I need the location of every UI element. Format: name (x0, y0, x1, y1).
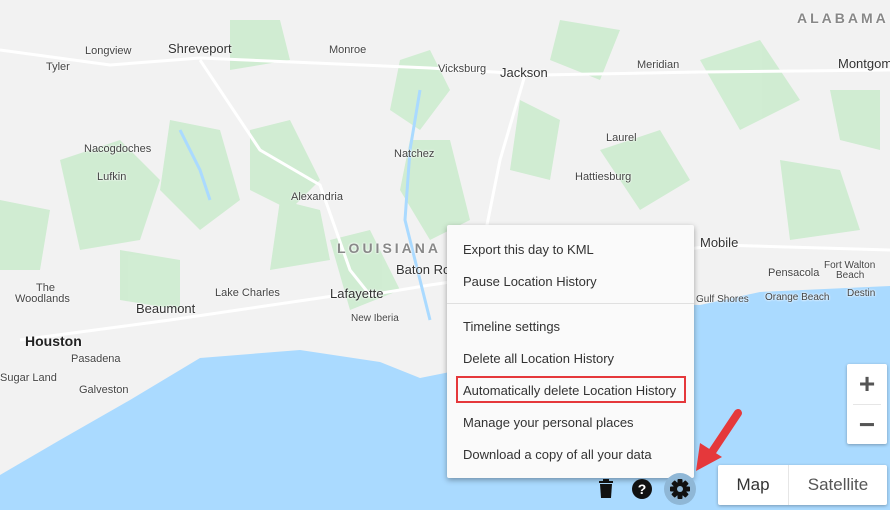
city-label: Longview (85, 45, 132, 57)
city-label: Lafayette (330, 286, 384, 301)
city-label: Monroe (329, 44, 367, 56)
menu-item-pause-history[interactable]: Pause Location History (463, 274, 597, 289)
city-label: Natchez (394, 148, 435, 160)
city-label: Montgom (838, 56, 890, 71)
city-label: Tyler (46, 61, 70, 73)
city-label: Beach (836, 270, 865, 281)
city-label: Alexandria (291, 191, 343, 203)
trash-icon (599, 479, 613, 498)
city-label: Mobile (700, 235, 739, 250)
settings-button[interactable] (664, 473, 696, 505)
map-type-map-button[interactable]: Map (718, 465, 788, 505)
state-label-alabama: ALABAMA (797, 10, 889, 26)
trash-button[interactable] (591, 474, 621, 504)
help-button[interactable]: ? (627, 474, 657, 504)
city-label: Houston (25, 333, 82, 349)
city-label: New Iberia (351, 313, 399, 324)
menu-item-manage-places[interactable]: Manage your personal places (463, 415, 634, 430)
city-label: Beaumont (136, 301, 196, 316)
city-label: Pensacola (768, 267, 820, 279)
city-label: Nacogdoches (84, 143, 152, 155)
map-type-satellite-button[interactable]: Satellite (789, 465, 887, 505)
city-label: Orange Beach (765, 292, 830, 303)
zoom-control: + − (847, 364, 887, 444)
city-label: Lufkin (97, 171, 127, 183)
state-label-louisiana: LOUISIANA (337, 240, 441, 256)
menu-item-delete-all-history[interactable]: Delete all Location History (463, 351, 614, 366)
map-type-control: Map Satellite (718, 465, 887, 505)
zoom-in-button[interactable]: + (847, 364, 887, 404)
settings-menu: Export this day to KML Pause Location Hi… (447, 225, 694, 478)
menu-item-export-kml[interactable]: Export this day to KML (463, 242, 594, 257)
city-label: Meridian (637, 59, 680, 71)
city-label: Baton Ro (396, 262, 451, 277)
menu-item-auto-delete-history[interactable]: Automatically delete Location History (463, 383, 676, 398)
city-label: Destin (847, 288, 876, 299)
city-label: Pasadena (71, 353, 121, 365)
menu-item-timeline-settings[interactable]: Timeline settings (463, 319, 560, 334)
city-label: Jackson (500, 65, 548, 80)
city-label: Lake Charles (215, 287, 280, 299)
help-icon: ? (632, 479, 652, 499)
city-label: Hattiesburg (575, 171, 632, 183)
gear-icon (670, 479, 690, 499)
city-label: Woodlands (15, 293, 70, 305)
svg-text:?: ? (638, 481, 647, 497)
menu-item-download-data[interactable]: Download a copy of all your data (463, 447, 652, 462)
city-label: Vicksburg (438, 63, 487, 75)
city-label: Galveston (79, 384, 129, 396)
city-label: Gulf Shores (696, 294, 749, 305)
map-canvas[interactable] (0, 0, 890, 510)
menu-divider (447, 303, 694, 304)
city-label: Shreveport (168, 41, 232, 56)
zoom-out-button[interactable]: − (847, 405, 887, 444)
city-label: Sugar Land (0, 372, 57, 384)
city-label: Laurel (606, 132, 637, 144)
